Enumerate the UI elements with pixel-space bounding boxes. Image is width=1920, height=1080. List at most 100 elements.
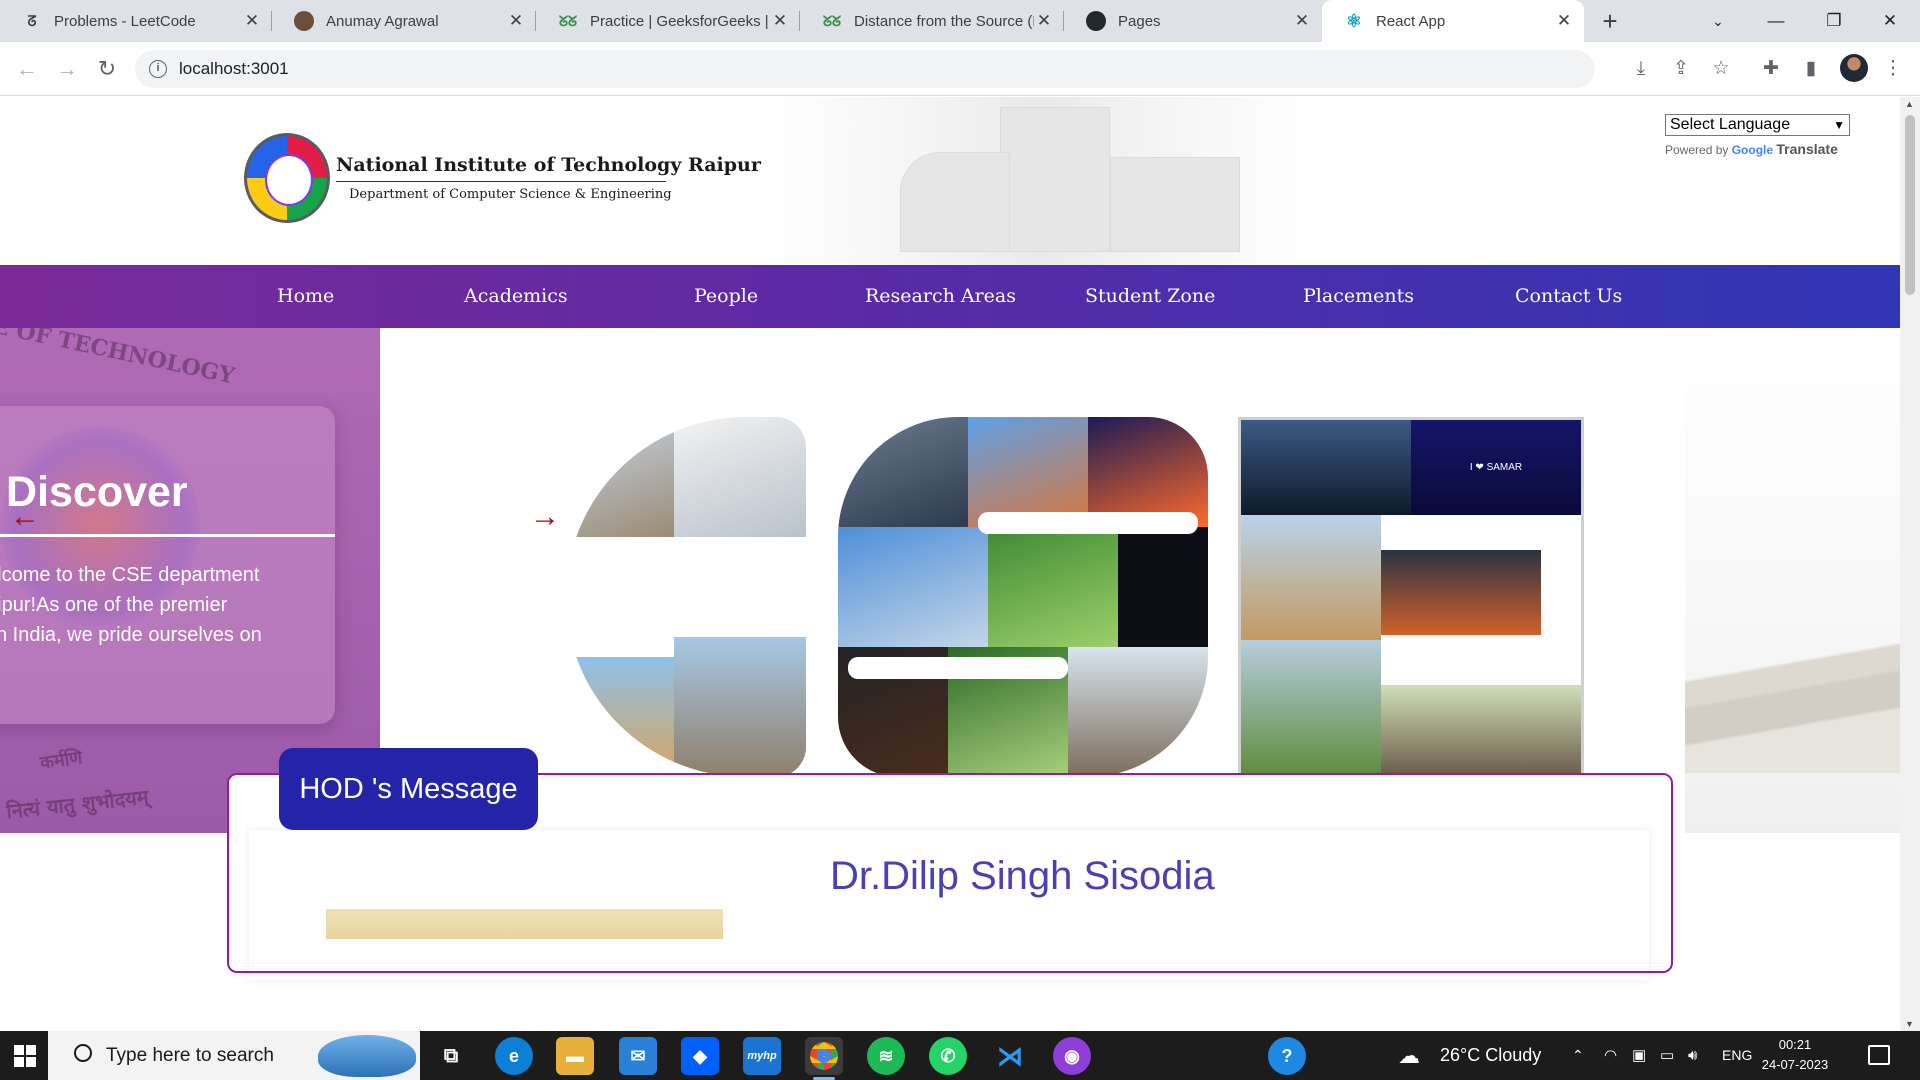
wifi-icon[interactable]: ◠ xyxy=(1604,1031,1617,1080)
edge-icon[interactable]: e xyxy=(495,1037,533,1075)
side-panel-icon[interactable]: ▮ xyxy=(1798,56,1824,82)
chevron-up-icon[interactable]: ⌃ xyxy=(1572,1031,1584,1080)
site-header: National Institute of Technology Raipur … xyxy=(0,97,1900,265)
url-text: localhost:3001 xyxy=(179,59,289,78)
volume-icon[interactable]: 🔊︎ xyxy=(1688,1031,1697,1080)
language-select[interactable]: Select Language ▼ xyxy=(1665,114,1850,136)
tab-title: Problems - LeetCode xyxy=(54,12,196,30)
new-tab-button[interactable]: + xyxy=(1595,6,1625,36)
nav-student-zone[interactable]: Student Zone xyxy=(1085,265,1215,328)
carousel-next-arrow-icon[interactable]: → xyxy=(530,500,560,534)
scroll-down-arrow-icon[interactable]: ▼ xyxy=(1905,1019,1914,1029)
close-icon[interactable]: ✕ xyxy=(1554,11,1574,31)
tab-title: Anumay Agrawal xyxy=(326,12,439,30)
battery-icon[interactable]: ▭ xyxy=(1660,1031,1674,1080)
google-translate-credit: Powered by Google Translate xyxy=(1665,141,1838,157)
input-language[interactable]: ENG xyxy=(1722,1031,1752,1080)
tab-title: Practice | GeeksforGeeks | A xyxy=(590,12,770,30)
letter-e-collage: I ❤ SAMAR xyxy=(1238,417,1584,777)
close-icon[interactable]: ✕ xyxy=(1292,11,1312,31)
bookmark-star-icon[interactable]: ☆ xyxy=(1708,56,1734,82)
institute-name: National Institute of Technology Raipur xyxy=(336,154,761,176)
hod-message-tab: HOD 's Message xyxy=(279,748,538,830)
carousel-prev-arrow-icon[interactable]: ← xyxy=(10,500,40,534)
scroll-up-arrow-icon[interactable]: ▲ xyxy=(1905,99,1914,109)
nit-raipur-logo[interactable] xyxy=(244,133,330,223)
seal-text: नित्यं यातु शुभोदयम् xyxy=(5,784,150,824)
letter-s-collage xyxy=(838,417,1208,777)
address-bar[interactable]: i localhost:3001 xyxy=(135,50,1595,88)
nav-home[interactable]: Home xyxy=(277,265,334,328)
restore-button[interactable]: ❐ xyxy=(1810,0,1858,42)
main-navigation: Home Academics People Research Areas Stu… xyxy=(0,265,1900,328)
mail-icon[interactable]: ✉ xyxy=(619,1037,657,1075)
github-desktop-icon[interactable]: ◉ xyxy=(1053,1037,1091,1075)
help-icon[interactable]: ? xyxy=(1268,1037,1306,1075)
close-icon[interactable]: ✕ xyxy=(506,11,526,31)
clock-date: 24-07-2023 xyxy=(1761,1057,1829,1072)
next-slide-preview xyxy=(1685,328,1900,833)
department-name: Department of Computer Science & Enginee… xyxy=(349,187,672,202)
tab-leetcode[interactable]: ᘔ Problems - LeetCode ✕ xyxy=(0,0,272,42)
notification-center-icon[interactable] xyxy=(1868,1045,1890,1065)
tab-github-pages[interactable]: Pages ✕ xyxy=(1064,0,1322,42)
scrollbar-thumb[interactable] xyxy=(1905,115,1915,295)
browser-tab-bar: ᘔ Problems - LeetCode ✕ Anumay Agrawal ✕… xyxy=(0,0,1920,42)
chevron-down-icon: ▼ xyxy=(1833,118,1845,132)
tab-search-chevron-icon[interactable]: ⌄ xyxy=(1694,0,1742,42)
tab-title: Distance from the Source (B xyxy=(854,12,1034,30)
seal-text: E OF TECHNOLOGY xyxy=(0,328,237,390)
weather-text[interactable]: 26°C Cloudy xyxy=(1440,1031,1541,1080)
extensions-puzzle-icon[interactable]: ✚ xyxy=(1758,56,1784,82)
tab-gfg-distance[interactable]: ᘜᘜ Distance from the Source (B ✕ xyxy=(800,0,1064,42)
google-logo[interactable]: Google xyxy=(1732,143,1773,157)
install-app-icon[interactable]: ⤓ xyxy=(1628,56,1654,82)
close-icon[interactable]: ✕ xyxy=(770,11,790,31)
whatsapp-icon[interactable]: ✆ xyxy=(929,1037,967,1075)
windows-start-icon[interactable] xyxy=(14,1045,36,1067)
close-icon[interactable]: ✕ xyxy=(242,11,262,31)
nav-contact-us[interactable]: Contact Us xyxy=(1515,265,1622,328)
close-icon[interactable]: ✕ xyxy=(1034,11,1054,31)
nav-placements[interactable]: Placements xyxy=(1303,265,1414,328)
forward-arrow-icon[interactable]: → xyxy=(52,54,82,84)
page-viewport: National Institute of Technology Raipur … xyxy=(0,97,1900,1031)
tab-profile[interactable]: Anumay Agrawal ✕ xyxy=(272,0,536,42)
welcome-text: elcome to the CSE department aipur!As on… xyxy=(0,564,262,646)
seal-text: कर्मणि xyxy=(38,747,84,774)
tab-react-app[interactable]: ⚛ React App ✕ xyxy=(1322,0,1584,42)
kebab-menu-icon[interactable]: ⋮ xyxy=(1880,56,1906,82)
taskbar-search-box[interactable]: Type here to search xyxy=(48,1031,420,1080)
geeksforgeeks-icon: ᘜᘜ xyxy=(822,12,842,29)
meet-now-icon[interactable]: ▣ xyxy=(1632,1031,1646,1080)
vscode-icon[interactable]: ⋊ xyxy=(991,1037,1029,1075)
letter-c-collage xyxy=(566,417,806,777)
dropbox-icon[interactable]: ◆ xyxy=(681,1037,719,1075)
reload-icon[interactable]: ↻ xyxy=(92,54,122,84)
myhp-icon[interactable]: myhp xyxy=(743,1037,781,1075)
profile-icon xyxy=(294,11,314,31)
back-arrow-icon[interactable]: ← xyxy=(12,54,42,84)
profile-avatar[interactable] xyxy=(1840,54,1868,82)
leetcode-icon: ᘔ xyxy=(27,12,37,29)
spotify-icon[interactable]: ≋ xyxy=(867,1037,905,1075)
close-window-button[interactable]: ✕ xyxy=(1866,0,1914,42)
file-explorer-icon[interactable]: ▬ xyxy=(556,1037,594,1075)
task-view-icon[interactable]: ⧉ xyxy=(432,1037,470,1075)
nav-people[interactable]: People xyxy=(694,265,758,328)
tab-gfg-practice[interactable]: ᘜᘜ Practice | GeeksforGeeks | A ✕ xyxy=(536,0,800,42)
search-placeholder: Type here to search xyxy=(106,1044,274,1066)
site-info-icon[interactable]: i xyxy=(149,60,167,78)
hod-name: Dr.Dilip Singh Sisodia xyxy=(830,854,1215,898)
samar-event-photo: I ❤ SAMAR xyxy=(1411,420,1581,515)
page-scrollbar[interactable]: ▲ ▼ xyxy=(1900,97,1920,1031)
weather-cloud-icon[interactable]: ☁ xyxy=(1398,1031,1420,1080)
minimize-button[interactable]: — xyxy=(1752,0,1800,42)
powered-by-label: Powered by xyxy=(1665,143,1729,157)
nav-research-areas[interactable]: Research Areas xyxy=(865,265,1016,328)
nav-academics[interactable]: Academics xyxy=(464,265,568,328)
share-icon[interactable]: ⇪ xyxy=(1668,56,1694,82)
search-highlight-image xyxy=(318,1035,416,1077)
chrome-icon[interactable] xyxy=(805,1037,843,1080)
system-clock[interactable]: 00:21 24-07-2023 xyxy=(1750,1035,1840,1075)
